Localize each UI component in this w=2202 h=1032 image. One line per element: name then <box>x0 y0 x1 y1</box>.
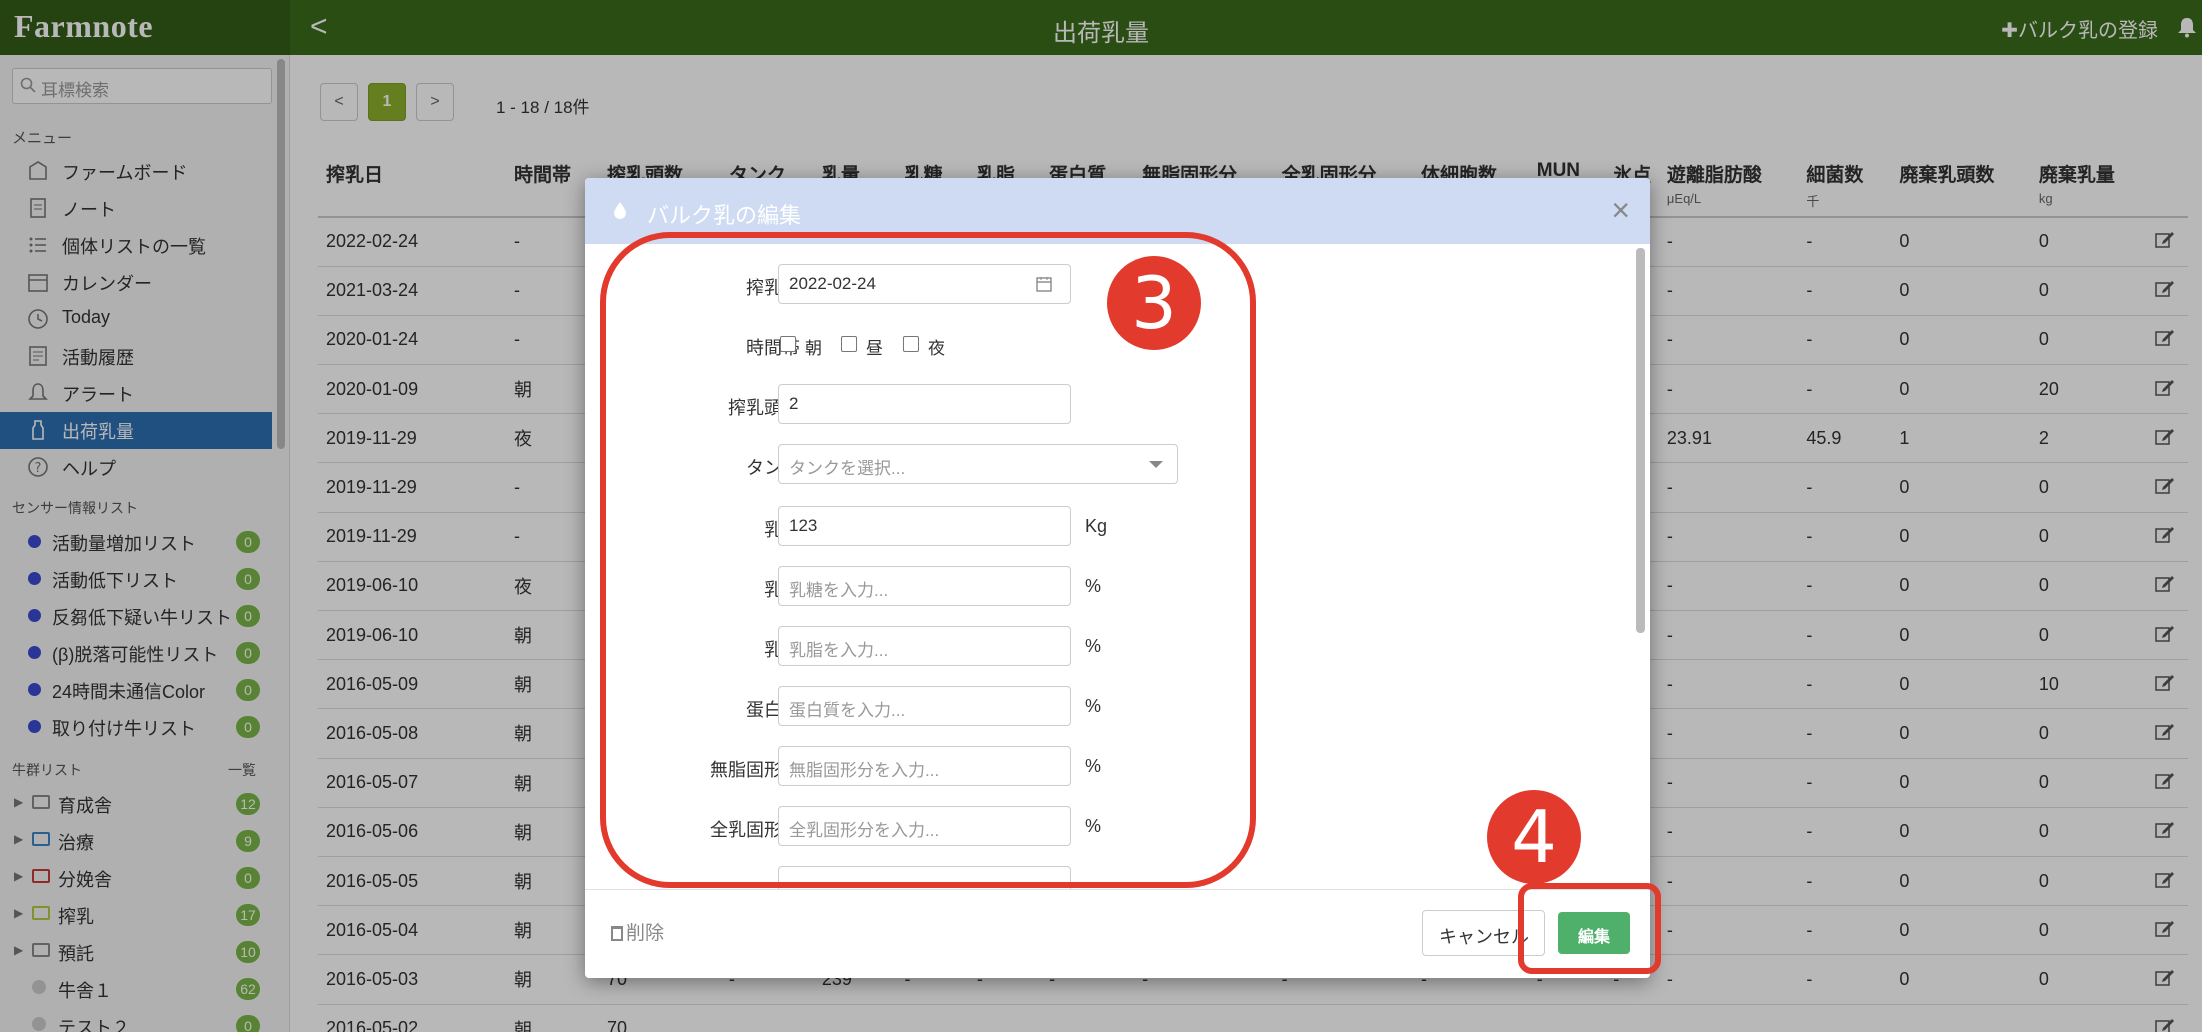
delete-button[interactable]: 削除 <box>611 918 664 945</box>
delete-label: 削除 <box>626 923 665 944</box>
trash-icon <box>611 926 623 941</box>
modal-footer: 削除 キャンセル 編集 <box>585 889 1650 978</box>
modal-title: バルク乳の編集 <box>647 203 802 228</box>
drop-icon <box>614 202 626 219</box>
annotation-step-3: 3 <box>1107 256 1201 350</box>
annotation-step-4: 4 <box>1487 790 1581 884</box>
annotation-highlight-submit <box>1518 883 1661 974</box>
close-icon[interactable]: × <box>1611 192 1630 229</box>
modal-scrollbar[interactable] <box>1636 248 1645 633</box>
